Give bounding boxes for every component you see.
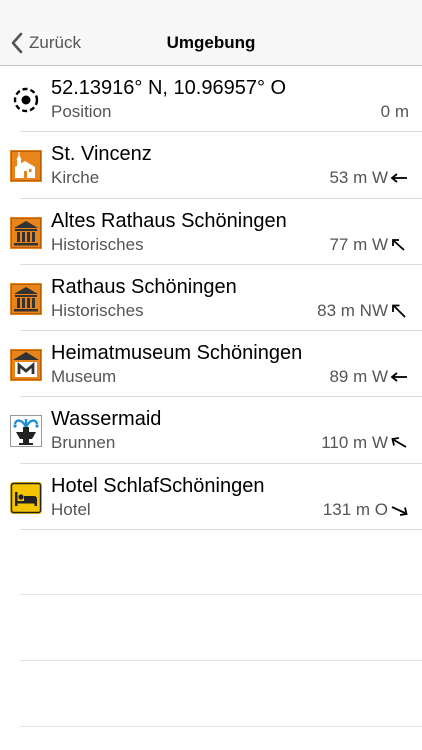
list-item[interactable]: Altes Rathaus Schöningen Historisches 77…	[0, 199, 422, 265]
empty-row-separator	[20, 660, 422, 661]
distance-text: 131 m O	[322, 499, 388, 519]
place-category: Hotel	[51, 499, 91, 519]
place-distance: 83 m NW	[317, 301, 409, 321]
position-distance: 0 m	[381, 102, 409, 122]
list-item[interactable]: St. Vincenz Kirche 53 m W	[0, 132, 422, 199]
place-distance: 131 m O	[323, 500, 409, 520]
place-category: Historisches	[51, 234, 144, 254]
historic-building-icon	[10, 216, 42, 249]
distance-text: 83 m NW	[317, 300, 388, 320]
place-category: Brunnen	[51, 433, 116, 453]
location-target-icon	[13, 87, 39, 113]
place-distance: 77 m W	[329, 235, 409, 255]
arrow-left-icon	[390, 372, 407, 382]
place-distance: 89 m W	[329, 367, 409, 387]
place-name: Hotel SchlafSchöningen	[51, 474, 265, 497]
distance-text: 110 m W	[321, 433, 388, 453]
arrow-up-left-icon	[392, 238, 405, 251]
place-name: St. Vincenz	[51, 143, 152, 166]
position-coordinates: 52.13916° N, 10.96957° O	[51, 77, 287, 99]
place-distance: 53 m W	[329, 168, 409, 188]
list-item[interactable]: Rathaus Schöningen Historisches 83 m NW	[0, 265, 422, 332]
distance-text: 0 m	[380, 102, 409, 121]
museum-icon	[10, 349, 42, 382]
place-name: Heimatmuseum Schöningen	[51, 342, 303, 365]
position-row[interactable]: 52.13916° N, 10.96957° O Position 0 m	[0, 66, 422, 133]
place-category: Kirche	[51, 168, 100, 188]
navigation-bar: Zurück Umgebung	[0, 0, 422, 66]
hotel-bed-icon	[10, 481, 42, 514]
position-label: Position	[51, 102, 112, 121]
place-category: Museum	[51, 367, 117, 387]
arrow-left-icon	[390, 173, 407, 183]
fountain-icon	[10, 415, 42, 448]
place-name: Wassermaid	[51, 408, 162, 431]
row-separator	[20, 529, 422, 531]
place-category: Historisches	[51, 300, 144, 320]
empty-row-separator	[20, 726, 422, 727]
list-item[interactable]: Heimatmuseum Schöningen Museum 89 m W	[0, 331, 422, 398]
distance-text: 77 m W	[329, 234, 388, 254]
historic-building-icon	[10, 282, 42, 315]
nearby-list: 52.13916° N, 10.96957° O Position 0 m St…	[0, 66, 422, 531]
list-item[interactable]: Wassermaid Brunnen 110 m W	[0, 397, 422, 464]
list-item[interactable]: Hotel SchlafSchöningen Hotel 131 m O	[0, 464, 422, 531]
page-title: Umgebung	[166, 33, 256, 52]
place-name: Rathaus Schöningen	[51, 275, 237, 298]
empty-row-separator	[20, 594, 422, 595]
church-icon	[10, 150, 42, 183]
distance-text: 89 m W	[329, 367, 388, 387]
place-name: Altes Rathaus Schöningen	[51, 209, 287, 232]
arrow-up-left-icon	[392, 304, 406, 318]
arrow-down-right-icon	[391, 505, 408, 516]
place-distance: 110 m W	[321, 433, 409, 453]
distance-text: 53 m W	[329, 168, 388, 188]
arrow-up-left-icon	[391, 437, 407, 449]
